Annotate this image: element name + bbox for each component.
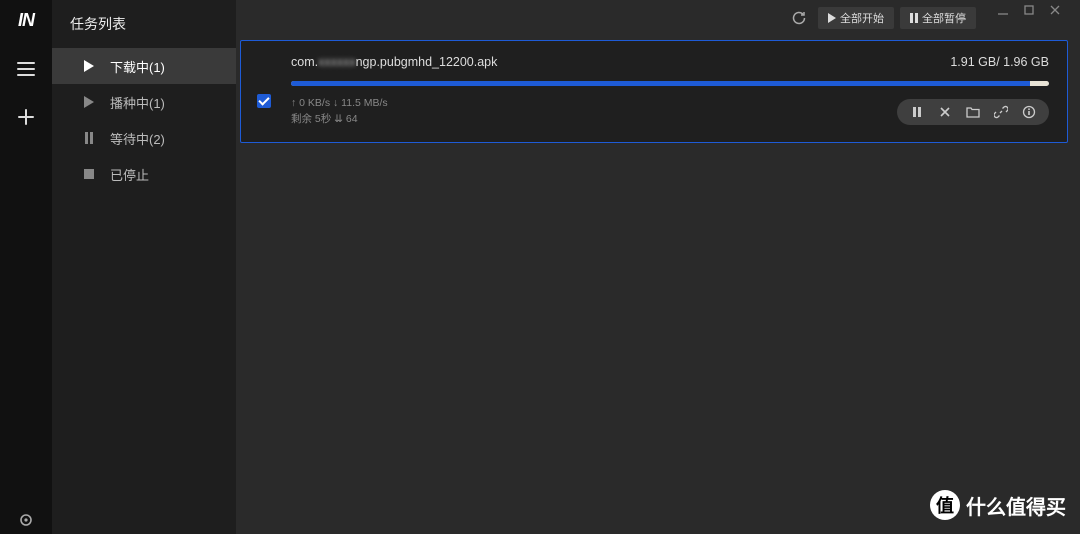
- menu-icon[interactable]: [16, 59, 36, 79]
- sidebar-item-label: 下载中(1): [110, 57, 165, 76]
- sidebar-item-stopped[interactable]: 已停止: [52, 156, 236, 192]
- task-list: com.xxxxxxngp.pubgmhd_12200.apk 1.91 GB/…: [236, 36, 1080, 534]
- pause-all-button[interactable]: 全部暂停: [900, 7, 976, 29]
- minimize-button[interactable]: [990, 1, 1016, 19]
- task-folder-button[interactable]: [961, 102, 985, 122]
- maximize-button[interactable]: [1016, 1, 1042, 19]
- watermark-badge: 值: [930, 490, 960, 520]
- progress-bar: [291, 81, 1049, 86]
- task-filename: com.xxxxxxngp.pubgmhd_12200.apk: [291, 55, 497, 69]
- play-icon: [82, 60, 96, 72]
- progress-fill: [291, 81, 1030, 86]
- pause-icon: [82, 132, 96, 144]
- task-size: 1.91 GB/ 1.96 GB: [950, 55, 1049, 69]
- start-all-button[interactable]: 全部开始: [818, 7, 894, 29]
- task-card[interactable]: com.xxxxxxngp.pubgmhd_12200.apk 1.91 GB/…: [240, 40, 1068, 143]
- sidebar-item-downloading[interactable]: 下载中(1): [52, 48, 236, 84]
- task-pause-button[interactable]: [905, 102, 929, 122]
- play-icon: [82, 96, 96, 108]
- sidebar-item-waiting[interactable]: 等待中(2): [52, 120, 236, 156]
- main: 全部开始 全部暂停: [236, 0, 1080, 534]
- play-icon: [828, 13, 836, 23]
- stop-icon: [82, 169, 96, 179]
- pause-icon: [910, 13, 918, 23]
- task-actions: [897, 99, 1049, 125]
- task-checkbox[interactable]: [257, 94, 271, 108]
- app-logo: IN: [18, 10, 34, 31]
- target-icon[interactable]: [16, 510, 36, 530]
- topbar: 全部开始 全部暂停: [236, 0, 1080, 36]
- task-speed: ↑ 0 KB/s ↓ 11.5 MB/s: [291, 96, 388, 112]
- watermark: 值 什么值得买: [930, 490, 1066, 520]
- sidebar-item-label: 播种中(1): [110, 93, 165, 112]
- task-remove-button[interactable]: [933, 102, 957, 122]
- task-info-button[interactable]: [1017, 102, 1041, 122]
- task-link-button[interactable]: [989, 102, 1013, 122]
- sidebar-item-label: 已停止: [110, 165, 149, 184]
- close-button[interactable]: [1042, 1, 1068, 19]
- sidebar-item-label: 等待中(2): [110, 129, 165, 148]
- task-stats: ↑ 0 KB/s ↓ 11.5 MB/s 剩余 5秒 ⇊ 64: [291, 96, 388, 128]
- refresh-button[interactable]: [786, 7, 812, 29]
- window-controls: [990, 1, 1068, 19]
- sidebar-item-seeding[interactable]: 播种中(1): [52, 84, 236, 120]
- sidebar-title: 任务列表: [52, 10, 236, 48]
- watermark-text: 什么值得买: [966, 491, 1066, 520]
- task-eta: 剩余 5秒 ⇊ 64: [291, 112, 388, 128]
- sidebar: 任务列表 下载中(1) 播种中(1) 等待中(2) 已停止: [52, 0, 236, 534]
- rail: IN: [0, 0, 52, 534]
- start-all-label: 全部开始: [840, 10, 884, 26]
- pause-all-label: 全部暂停: [922, 10, 966, 26]
- add-icon[interactable]: [16, 107, 36, 127]
